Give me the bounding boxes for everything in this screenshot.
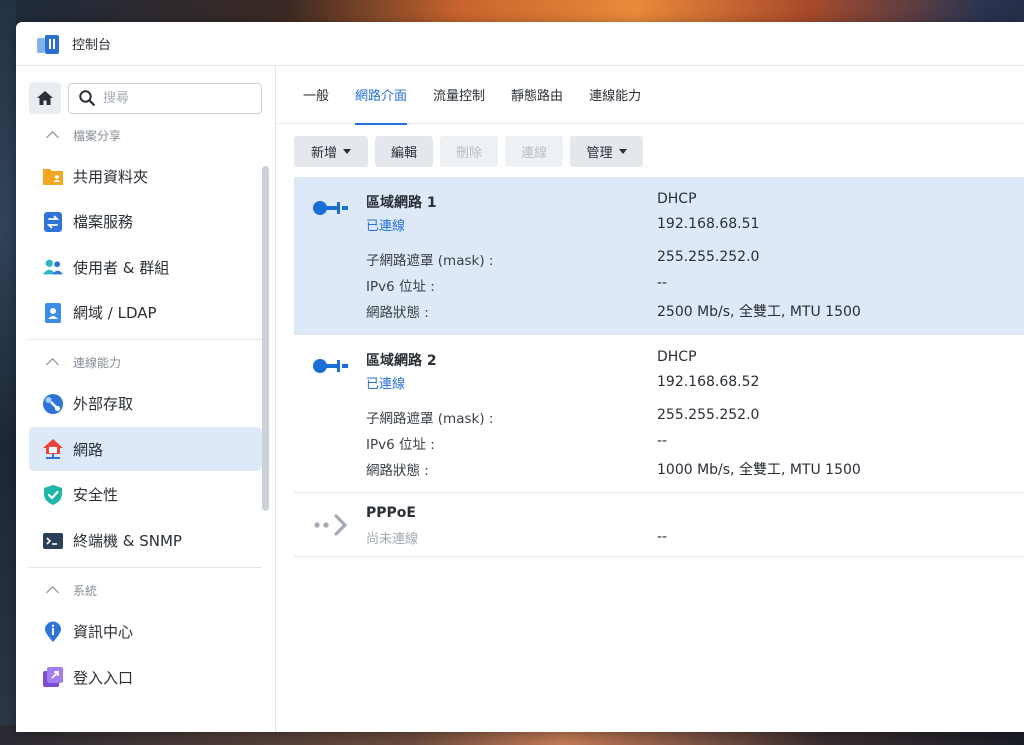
login-portal-icon (42, 666, 64, 688)
interface-row-lan1[interactable]: 區域網路 1 已連線 子網路遮罩 (mask) : IPv6 位址 : 網路狀態… (294, 177, 1024, 335)
state-value: 2500 Mb/s, 全雙工, MTU 1500 (657, 304, 861, 320)
search-box[interactable] (68, 82, 262, 114)
caret-down-icon (343, 149, 351, 154)
main-panel: 一般 網路介面 流量控制 靜態路由 連線能力 新增 編輯 刪除 連線 管理 區域… (277, 66, 1024, 732)
sidebar: 檔案分享 共用資料夾 檔案服務 使用者 & 群組 (16, 66, 276, 732)
network-house-icon (42, 438, 64, 460)
state-label: 網路狀態 : (366, 305, 429, 321)
interface-status: 已連線 (366, 219, 406, 234)
users-icon (42, 256, 64, 278)
sidebar-item-terminal-snmp[interactable]: 終端機 & SNMP (29, 519, 262, 563)
control-panel-window: 控制台 檔案分享 (16, 22, 1024, 732)
sidebar-item-security[interactable]: 安全性 (29, 473, 262, 517)
file-services-icon (42, 211, 64, 233)
pppoe-disconnected-icon (314, 514, 347, 536)
sidebar-item-users-groups[interactable]: 使用者 & 群組 (29, 245, 262, 289)
window-title: 控制台 (72, 38, 112, 53)
sidebar-item-info-center[interactable]: 資訊中心 (29, 610, 262, 654)
desktop-edge-left (0, 0, 16, 745)
title-bar: 控制台 (16, 22, 1024, 66)
interface-status: 已連線 (366, 377, 406, 392)
toolbar: 新增 編輯 刪除 連線 管理 (277, 124, 1024, 177)
section-header-system[interactable]: 系統 (16, 578, 275, 604)
interface-row-lan2[interactable]: 區域網路 2 已連線 子網路遮罩 (mask) : IPv6 位址 : 網路狀態… (294, 335, 1024, 493)
ip-address: 192.168.68.52 (657, 374, 760, 390)
interface-name: 區域網路 1 (366, 195, 437, 211)
ip-mode: DHCP (657, 191, 697, 207)
edit-button[interactable]: 編輯 (375, 136, 433, 167)
sidebar-item-external-access[interactable]: 外部存取 (29, 382, 262, 426)
interface-name: PPPoE (366, 505, 416, 521)
ip-address: 192.168.68.51 (657, 216, 760, 232)
interface-status: 尚未連線 (366, 532, 419, 547)
state-value: 1000 Mb/s, 全雙工, MTU 1500 (657, 462, 861, 478)
sidebar-item-network[interactable]: 網路 (29, 427, 262, 472)
sidebar-divider (29, 566, 262, 568)
folder-icon (42, 165, 64, 187)
mask-label: 子網路遮罩 (mask) : (366, 253, 494, 269)
tab-connectivity[interactable]: 連線能力 (589, 66, 641, 124)
tab-network-interface[interactable]: 網路介面 (355, 66, 408, 125)
mask-label: 子網路遮罩 (mask) : (366, 411, 494, 427)
chevron-up-icon (46, 586, 59, 599)
ip-address: -- (657, 529, 668, 545)
section-header-file-sharing[interactable]: 檔案分享 (16, 122, 275, 148)
interface-list: 區域網路 1 已連線 子網路遮罩 (mask) : IPv6 位址 : 網路狀態… (294, 177, 1024, 557)
sidebar-item-shared-folder[interactable]: 共用資料夾 (29, 154, 262, 198)
chevron-up-icon (46, 130, 59, 144)
search-icon (79, 90, 95, 106)
state-label: 網路狀態 : (366, 463, 429, 479)
terminal-icon (42, 530, 64, 552)
manage-button[interactable]: 管理 (570, 136, 643, 167)
create-button[interactable]: 新增 (294, 136, 368, 167)
home-icon (37, 91, 53, 105)
sidebar-item-file-services[interactable]: 檔案服務 (29, 200, 262, 244)
caret-down-icon (618, 149, 627, 154)
control-panel-app-icon (36, 32, 60, 56)
ip-mode: DHCP (657, 349, 697, 365)
mask-value: 255.255.252.0 (657, 407, 760, 423)
chevron-up-icon (46, 358, 59, 372)
section-header-connectivity[interactable]: 連線能力 (16, 350, 275, 376)
mask-value: 255.255.252.0 (657, 249, 760, 265)
external-access-icon (42, 393, 64, 415)
interface-row-pppoe[interactable]: PPPoE 尚未連線 -- (294, 493, 1024, 557)
info-pin-icon (42, 621, 64, 643)
shield-icon (42, 484, 64, 506)
tab-general[interactable]: 一般 (303, 66, 329, 124)
sidebar-item-login-portal[interactable]: 登入入口 (29, 655, 262, 699)
sidebar-item-domain-ldap[interactable]: 網域 / LDAP (29, 291, 262, 335)
sidebar-scrollbar[interactable] (262, 166, 269, 511)
ipv6-value: -- (657, 433, 668, 449)
ipv6-label: IPv6 位址 : (366, 279, 435, 295)
ipv6-label: IPv6 位址 : (366, 437, 435, 453)
lan-connected-icon (313, 359, 348, 373)
connect-button[interactable]: 連線 (505, 136, 563, 167)
tab-static-route[interactable]: 靜態路由 (511, 66, 563, 124)
delete-button[interactable]: 刪除 (440, 136, 498, 167)
sidebar-divider (29, 338, 262, 340)
home-button[interactable] (29, 82, 61, 114)
tab-traffic-control[interactable]: 流量控制 (433, 66, 485, 124)
ipv6-value: -- (657, 275, 668, 291)
lan-connected-icon (313, 201, 348, 215)
search-input[interactable] (103, 90, 243, 106)
tab-bar: 一般 網路介面 流量控制 靜態路由 連線能力 (277, 66, 1024, 125)
interface-name: 區域網路 2 (366, 353, 437, 369)
domain-icon (42, 302, 64, 324)
